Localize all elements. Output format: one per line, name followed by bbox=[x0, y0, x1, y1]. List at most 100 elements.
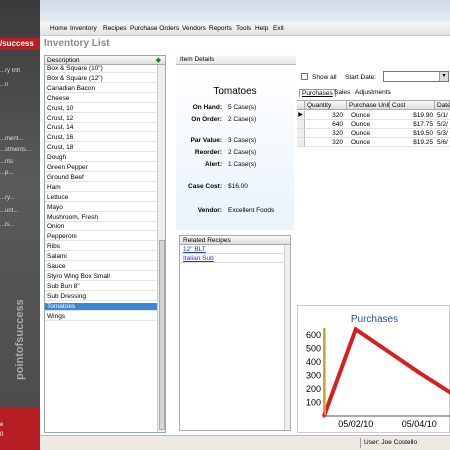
list-item[interactable]: Canadian Bacon bbox=[45, 85, 157, 93]
list-item[interactable]: Dough bbox=[45, 154, 157, 163]
list-scrollbar[interactable] bbox=[157, 65, 165, 432]
menu-vendors[interactable]: Vendors bbox=[182, 25, 206, 32]
list-item[interactable]: Ham bbox=[45, 184, 157, 192]
related-recipes-panel: Related Recipes 12" BLT Italian Sub bbox=[179, 235, 291, 431]
sidebar-footer: e 0 bbox=[0, 408, 40, 450]
list-item[interactable]: Box & Square (12") bbox=[45, 75, 157, 83]
sidebar-item[interactable]: ...stments... bbox=[0, 147, 40, 153]
list-item[interactable]: Mushroom, Fresh bbox=[45, 214, 157, 222]
on-order-value: 2 Case(s) bbox=[228, 116, 257, 123]
grid-cell[interactable]: 320 bbox=[305, 129, 347, 138]
grid-cell[interactable]: 320 bbox=[305, 111, 347, 120]
sidebar: /success ...ry Inft ...n ...ment... ...s… bbox=[0, 0, 40, 450]
tab-purchases[interactable]: Purchases bbox=[299, 89, 336, 97]
case-cost-value: $16.00 bbox=[228, 183, 248, 190]
list-item[interactable]: Lettuce bbox=[45, 194, 157, 202]
grid-cell[interactable]: 5/2/ bbox=[435, 120, 450, 129]
grid-cell[interactable]: Ounce bbox=[347, 120, 390, 129]
vendor-value: Excellent Foods bbox=[228, 207, 275, 214]
grid-cell[interactable]: Ounce bbox=[347, 111, 390, 120]
chart-canvas: 600 500 400 300 200 100 05/02/10 05/04/10 bbox=[306, 326, 450, 429]
grid-cell[interactable]: 5/3/ bbox=[435, 129, 450, 138]
grid-cell[interactable]: Ounce bbox=[347, 138, 390, 147]
menu-home[interactable]: Home bbox=[50, 25, 67, 32]
list-item[interactable]: Onion bbox=[45, 223, 157, 232]
chevron-down-icon[interactable]: ▾ bbox=[439, 72, 448, 81]
grid-cell[interactable]: $19.50 bbox=[390, 129, 435, 138]
sidebar-item[interactable]: ...unt... bbox=[0, 208, 40, 214]
menu-recipes[interactable]: Recipes bbox=[103, 25, 126, 32]
reorder-label: Reorder: bbox=[194, 149, 222, 156]
menu-exit[interactable]: Exit bbox=[273, 25, 284, 32]
list-item[interactable]: Tomatoes bbox=[45, 302, 157, 311]
list-item[interactable]: Crust, 10 bbox=[45, 105, 157, 113]
grid-cell[interactable]: 5/1/ bbox=[435, 111, 450, 120]
column-header-cost[interactable]: Cost bbox=[390, 101, 435, 110]
list-item[interactable]: Ribs bbox=[45, 243, 157, 252]
recipe-link[interactable]: Italian Sub bbox=[180, 254, 290, 263]
data-point bbox=[322, 414, 326, 418]
show-all-checkbox[interactable] bbox=[301, 73, 308, 80]
on-hand-label: On Hand: bbox=[192, 104, 222, 111]
column-header-date[interactable]: Date bbox=[435, 101, 450, 110]
list-item[interactable]: Ground Beef bbox=[45, 174, 157, 182]
on-hand-value: 5 Case(s) bbox=[228, 104, 257, 111]
list-item[interactable]: Styro Wing Box Small bbox=[45, 273, 157, 281]
menu-reports[interactable]: Reports bbox=[209, 25, 232, 32]
history-tabs: Purchases Sales Adjustments bbox=[297, 88, 450, 99]
filter-bar: Show all Start Date: ▾ bbox=[297, 70, 450, 84]
column-header-quantity[interactable]: Quantity bbox=[305, 101, 347, 110]
tab-sales[interactable]: Sales bbox=[332, 89, 352, 96]
list-item[interactable]: Pepperoni bbox=[45, 233, 157, 242]
sidebar-item[interactable]: ...n bbox=[0, 82, 40, 88]
list-item[interactable]: Sauce bbox=[45, 263, 157, 271]
row-header[interactable] bbox=[297, 138, 305, 147]
sidebar-item[interactable]: ...ry... bbox=[0, 195, 40, 201]
list-item[interactable]: Crust, 14 bbox=[45, 124, 157, 133]
sidebar-item[interactable]: ...nts bbox=[0, 159, 40, 165]
list-item[interactable]: Crust, 16 bbox=[45, 134, 157, 143]
tab-adjustments[interactable]: Adjustments bbox=[353, 89, 393, 96]
menu-bar: Home Inventory Recipes Purchase Orders V… bbox=[40, 22, 450, 36]
grid-cell[interactable]: Ounce bbox=[347, 129, 390, 138]
menu-inventory[interactable]: Inventory bbox=[70, 25, 97, 32]
grid-cell[interactable]: 320 bbox=[305, 138, 347, 147]
recipe-link[interactable]: 12" BLT bbox=[180, 245, 290, 254]
menu-tools[interactable]: Tools bbox=[236, 25, 251, 32]
list-item[interactable]: Sub Bun 8" bbox=[45, 283, 157, 291]
row-header[interactable] bbox=[297, 120, 305, 129]
sidebar-item[interactable]: ...p... bbox=[0, 170, 40, 176]
grid-cell[interactable]: $19.90 bbox=[390, 111, 435, 120]
grid-cell[interactable]: $17.75 bbox=[390, 120, 435, 129]
add-icon[interactable]: ◆ bbox=[156, 57, 161, 64]
menu-purchase-orders[interactable]: Purchase Orders bbox=[130, 25, 179, 32]
list-item[interactable]: Mayo bbox=[45, 204, 157, 212]
list-item[interactable]: Crust, 12 bbox=[45, 115, 157, 123]
par-value-value: 3 Case(s) bbox=[228, 137, 257, 144]
list-item[interactable]: Crust, 18 bbox=[45, 144, 157, 153]
row-header[interactable]: ▶ bbox=[297, 111, 305, 120]
sidebar-item[interactable]: ...ment... bbox=[0, 136, 40, 142]
list-item[interactable]: Box & Square (10") bbox=[45, 65, 157, 73]
recipes-scrollbar[interactable] bbox=[284, 245, 290, 430]
case-cost-label: Case Cost: bbox=[188, 183, 222, 190]
list-item[interactable]: Green Pepper bbox=[45, 164, 157, 172]
list-scroll-thumb[interactable] bbox=[159, 240, 165, 430]
tab-item-details[interactable]: Item Details bbox=[176, 55, 296, 65]
column-header-purchase-unit[interactable]: Purchase Unit bbox=[347, 101, 390, 110]
list-item[interactable]: Sub Dressing bbox=[45, 293, 157, 301]
start-date-picker[interactable]: ▾ bbox=[383, 71, 449, 82]
sidebar-item[interactable]: ...ry Inft bbox=[0, 68, 40, 74]
grid-cell[interactable]: 640 bbox=[305, 120, 347, 129]
list-item[interactable]: Salami bbox=[45, 253, 157, 262]
grid-cell[interactable]: 5/6/ bbox=[435, 138, 450, 147]
list-item[interactable]: Cheese bbox=[45, 95, 157, 103]
status-divider bbox=[360, 438, 361, 448]
app-window: /success ...ry Inft ...n ...ment... ...s… bbox=[0, 0, 450, 450]
list-header[interactable]: Description ◆ bbox=[45, 56, 165, 65]
grid-cell[interactable]: $19.25 bbox=[390, 138, 435, 147]
menu-help[interactable]: Help bbox=[255, 25, 268, 32]
row-header[interactable] bbox=[297, 129, 305, 138]
list-item[interactable]: Wings bbox=[45, 313, 157, 321]
sidebar-item[interactable]: ...ls... bbox=[0, 222, 40, 228]
